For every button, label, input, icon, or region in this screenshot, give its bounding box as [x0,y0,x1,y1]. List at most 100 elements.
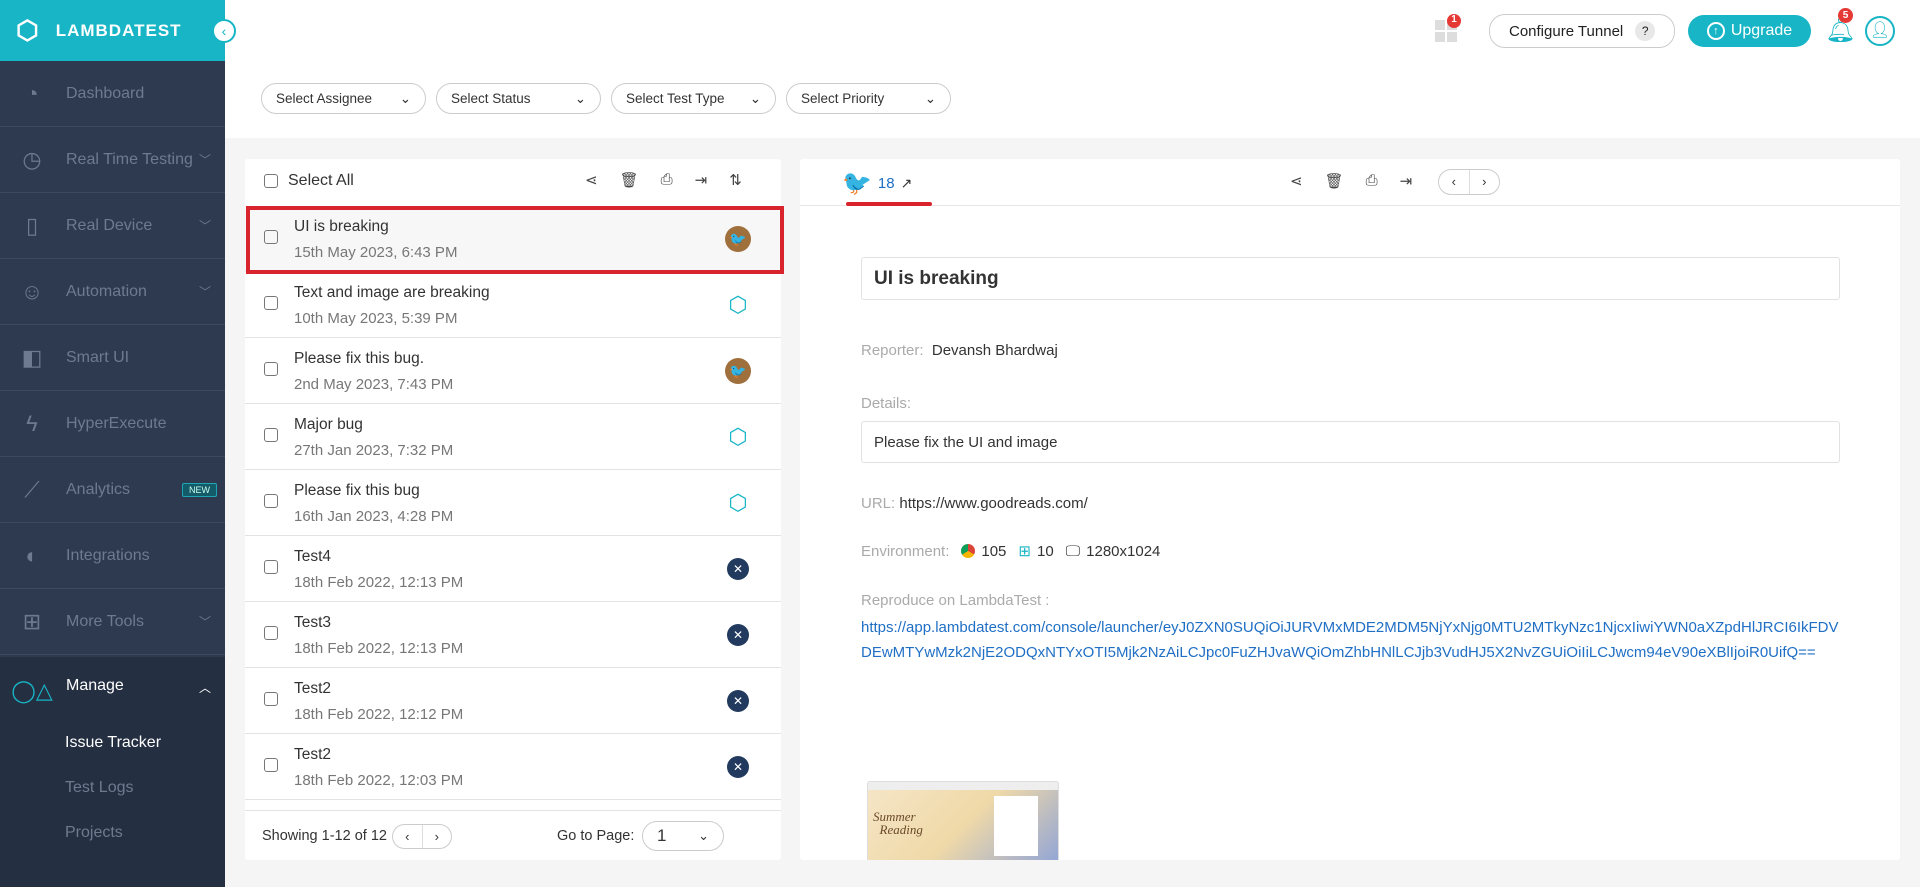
issue-row[interactable]: Test3 18th Feb 2022, 12:13 PM ✕ [245,602,781,668]
active-tab-underline [846,202,932,206]
browser-version: 105 [981,542,1007,560]
page-nav: ‹ › [392,824,452,849]
sidebar-item-label: HyperExecute [66,414,167,432]
collapse-sidebar-button[interactable]: ‹ [212,19,236,43]
chevron-down-icon: ⌄ [399,90,411,106]
sidebar-item-more-tools[interactable]: ⊞ More Tools ﹀ [0,589,225,655]
sidebar-item-analytics[interactable]: ⟋ Analytics NEW [0,457,225,523]
upgrade-arrow-icon: ↑ [1706,22,1725,40]
print-icon[interactable]: ⎙ [661,171,673,189]
row-checkbox[interactable] [264,362,278,376]
issue-title: Test2 [294,680,332,697]
apps-grid-icon[interactable]: 1 [1435,14,1461,42]
help-icon[interactable]: ? [1635,21,1656,41]
row-checkbox[interactable] [264,758,278,772]
select-all-checkbox[interactable]: Select All [264,172,354,190]
sidebar-item-hyperexecute[interactable]: ϟ HyperExecute [0,391,225,457]
issue-row[interactable]: test1 [245,800,781,810]
configure-tunnel-button[interactable]: Configure Tunnel ? [1489,14,1675,48]
export-icon[interactable]: ⇥ [1400,172,1413,190]
row-checkbox[interactable] [264,428,278,442]
issue-date: 15th May 2023, 6:43 PM [294,244,458,261]
smart-ui-icon: ◧ [21,344,43,370]
issue-row[interactable]: Please fix this bug. 2nd May 2023, 7:43 P… [245,338,781,404]
select-priority-dropdown[interactable]: Select Priority ⌄ [786,83,951,114]
issue-row[interactable]: Test2 18th Feb 2022, 12:12 PM ✕ [245,668,781,734]
sidebar-item-automation[interactable]: ☺ Automation ﹀ [0,259,225,325]
row-checkbox[interactable] [264,560,278,574]
row-checkbox[interactable] [264,230,278,244]
details-input[interactable]: Please fix the UI and image [861,421,1840,463]
page-select[interactable]: 1 ⌄ [642,821,724,851]
sidebar-subitem-test-logs[interactable]: Test Logs [65,779,133,797]
row-checkbox[interactable] [264,296,278,310]
issue-date: 2nd May 2023, 7:43 PM [294,376,454,393]
showing-count: Showing 1-12 of 12 [262,828,387,844]
kiwi-icon: 🐦 [725,226,751,252]
upgrade-button[interactable]: ↑ Upgrade [1688,15,1811,47]
reproduce-label: Reproduce on LambdaTest : [861,592,1050,609]
issue-date: 18th Feb 2022, 12:13 PM [294,574,464,591]
chart-icon: ⟋ [24,476,40,502]
tracker-icon: ✕ [727,558,749,580]
row-checkbox[interactable] [264,692,278,706]
issue-row[interactable]: Test4 18th Feb 2022, 12:13 PM ✕ [245,536,781,602]
prev-issue-button[interactable]: ‹ [1439,170,1470,194]
issue-row[interactable]: Text and image are breaking 10th May 2023… [245,272,781,338]
url-label: URL: [861,495,896,512]
row-checkbox[interactable] [264,494,278,508]
filter-label: Select Test Type [626,91,725,106]
sidebar-subitem-issue-tracker[interactable]: Issue Tracker [65,734,161,752]
sidebar-item-label: Real Time Testing [66,150,193,168]
prev-page-button[interactable]: ‹ [393,825,423,848]
row-checkbox[interactable] [264,626,278,640]
logo[interactable]: ⬡ LAMBDATEST [0,0,225,61]
issue-title-input[interactable]: UI is breaking [861,257,1840,300]
share-icon[interactable]: ⋖ [1290,172,1303,190]
export-icon[interactable]: ⇥ [695,171,708,189]
sidebar-item-real-time-testing[interactable]: ◷ Real Time Testing ﹀ [0,127,225,193]
chevron-down-icon: ﹀ [198,285,211,299]
sidebar-item-real-device[interactable]: ▯ Real Device ﹀ [0,193,225,259]
url-field: URL: https://www.goodreads.com/ [861,495,1088,512]
user-avatar-icon[interactable]: 👤︎ [1865,16,1895,46]
issue-tab[interactable]: 🐦 18 ↗ [842,169,912,198]
trash-icon[interactable]: 🗑︎ [1325,172,1344,190]
filter-label: Select Status [451,91,531,106]
detail-toolbar: ⋖ 🗑︎ ⎙ ⇥ [1290,172,1412,190]
next-page-button[interactable]: › [423,825,452,848]
sidebar-item-label: Manage [66,677,124,694]
print-icon[interactable]: ⎙ [1366,172,1378,190]
select-assignee-dropdown[interactable]: Select Assignee ⌄ [261,83,426,114]
tracker-icon: ✕ [727,690,749,712]
screenshot-thumbnail[interactable]: Summer Reading [867,781,1059,860]
select-test-type-dropdown[interactable]: Select Test Type ⌄ [611,83,776,114]
sidebar-item-integrations[interactable]: ◐ Integrations [0,523,225,589]
share-icon[interactable]: ⋖ [585,171,598,189]
issue-row[interactable]: UI is breaking 15th May 2023, 6:43 PM 🐦 [245,206,781,272]
configure-tunnel-label: Configure Tunnel [1509,22,1624,40]
issue-row[interactable]: Test2 18th Feb 2022, 12:03 PM ✕ [245,734,781,800]
sidebar-item-manage[interactable]: ◯△ Manage ︿ [0,657,225,887]
sort-icon[interactable]: ⇅ [729,171,742,189]
issue-title: Please fix this bug. [294,350,425,367]
reproduce-link[interactable]: https://app.lambdatest.com/console/launc… [861,616,1843,665]
next-issue-button[interactable]: › [1470,170,1500,194]
top-bar: 1 Configure Tunnel ? ↑ Upgrade 🔔︎ 5 👤︎ [225,0,1920,61]
issue-title: Test3 [294,614,332,631]
sidebar-item-dashboard[interactable]: ◔ Dashboard [0,61,225,127]
tracker-icon: ✕ [727,756,749,778]
trash-icon[interactable]: 🗑︎ [620,171,639,189]
sidebar-item-smart-ui[interactable]: ◧ Smart UI [0,325,225,391]
url-value: https://www.goodreads.com/ [899,495,1088,512]
clock-icon: ◷ [22,146,42,172]
notification-bell-icon[interactable]: 🔔︎ 5 [1825,8,1855,45]
sidebar-subitem-projects[interactable]: Projects [65,824,123,842]
resolution: 1280x1024 [1086,542,1161,560]
chevron-down-icon: ⌄ [698,828,709,843]
issue-row[interactable]: Please fix this bug 16th Jan 2023, 4:28 P… [245,470,781,536]
issue-row[interactable]: Major bug 27th Jan 2023, 7:32 PM ⬡ [245,404,781,470]
pagination: Showing 1-12 of 12 ‹ › Go to Page: 1 ⌄ [245,810,781,860]
select-status-dropdown[interactable]: Select Status ⌄ [436,83,601,114]
external-link-icon[interactable]: ↗ [901,175,913,192]
